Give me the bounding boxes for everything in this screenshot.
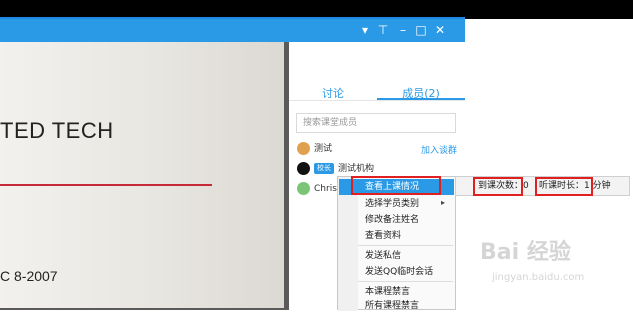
slide-title: TED TECH: [0, 118, 114, 143]
join-group-link[interactable]: 加入谈群: [421, 143, 457, 156]
close-icon[interactable]: ✕: [433, 22, 447, 38]
watermark-url: jingyan.baidu.com: [492, 272, 585, 283]
highlight-box: [351, 176, 441, 195]
submenu-arrow-icon: ▸: [441, 198, 446, 207]
member-item[interactable]: 校长 测试机构: [297, 161, 374, 177]
menu-item-private-message[interactable]: 发送私信: [365, 249, 401, 263]
watermark-brand: Bai 经验: [480, 240, 571, 265]
maximize-icon[interactable]: □: [414, 22, 428, 38]
slide-divider: [0, 184, 212, 186]
role-badge: 校长: [314, 163, 334, 174]
menu-separator: [358, 281, 453, 282]
menu-item-view-profile[interactable]: 查看资料: [365, 229, 401, 243]
avatar: [297, 142, 310, 155]
dropdown-icon[interactable]: ▾: [358, 22, 372, 38]
menu-gutter: [338, 177, 358, 311]
highlight-box: [535, 177, 593, 196]
member-name: 测试机构: [338, 164, 375, 174]
context-menu: 查看上课情况 选择学员类别 ▸ 修改备注姓名 查看资料 发送私信 发送QQ临时会…: [337, 176, 456, 313]
avatar: [297, 162, 310, 175]
menu-item-edit-remark[interactable]: 修改备注姓名: [365, 213, 419, 227]
slide-area: TED TECH C 8-2007: [0, 42, 289, 310]
member-search-input[interactable]: 搜索课堂成员: [296, 113, 456, 133]
pin-icon[interactable]: ⊤: [376, 22, 390, 38]
menu-item-qq-chat[interactable]: 发送QQ临时会话: [365, 265, 433, 279]
slide-content: TED TECH C 8-2007: [0, 42, 284, 308]
menu-item-mute-all[interactable]: 所有课程禁言: [365, 299, 419, 313]
member-name: 测试: [314, 144, 333, 154]
top-black-bar: [0, 0, 633, 19]
watermark: Bai 经验 jingyan.baidu.com: [480, 234, 625, 294]
tab-discussion[interactable]: 讨论: [289, 85, 377, 101]
menu-item-select-category[interactable]: 选择学员类别: [365, 197, 419, 211]
menu-item-mute-course[interactable]: 本课程禁言: [365, 285, 410, 299]
avatar: [297, 182, 310, 195]
menu-separator: [358, 245, 453, 246]
tab-divider: [289, 100, 465, 101]
slide-standard-text: C 8-2007: [0, 268, 58, 284]
member-item[interactable]: 测试: [297, 141, 332, 157]
highlight-box: [473, 177, 523, 196]
window-titlebar: ▾ ⊤ – □ ✕: [0, 19, 465, 42]
minimize-icon[interactable]: –: [396, 22, 410, 38]
